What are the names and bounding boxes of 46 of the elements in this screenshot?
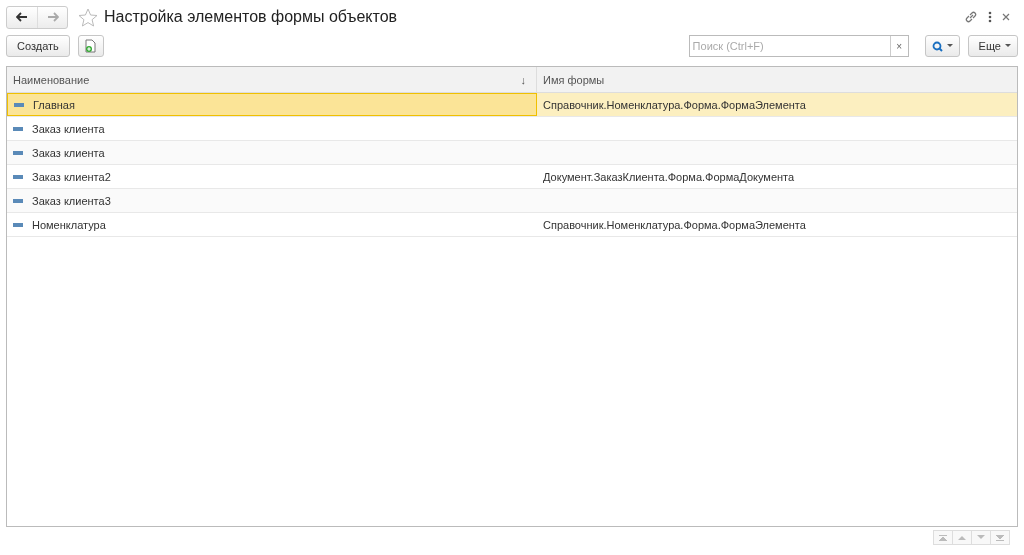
last-icon xyxy=(996,534,1004,541)
sort-arrow: ↓ xyxy=(520,73,527,86)
search-icon xyxy=(931,40,943,52)
more-icon[interactable] xyxy=(988,11,992,23)
add-document-button[interactable] xyxy=(77,35,104,57)
first-icon xyxy=(939,534,947,541)
table-cell: Справочник.Номенклатура.Форма.ФормаЭлемента xyxy=(543,218,806,231)
up-triangle-icon xyxy=(958,535,966,540)
caret-icon xyxy=(946,44,953,48)
item-icon xyxy=(13,150,23,155)
previous-button[interactable] xyxy=(952,530,972,545)
create-button[interactable]: Создать xyxy=(6,35,70,57)
down-triangle-icon xyxy=(977,535,985,540)
item-icon xyxy=(13,222,23,227)
table-cell: Главная xyxy=(33,98,75,111)
more-button[interactable]: Еще xyxy=(967,35,1018,57)
column-header[interactable]: Имя формы xyxy=(537,67,1017,92)
table-cell: Заказ клиента xyxy=(32,122,105,135)
star-icon[interactable] xyxy=(78,7,98,27)
table-row[interactable]: Номенклатура Справочник.Номенклатура.Форма.ФормаЭлемента xyxy=(7,213,1017,237)
table-row[interactable]: Заказ клиента3 xyxy=(7,189,1017,213)
item-icon xyxy=(13,198,23,203)
last-page-button[interactable] xyxy=(990,530,1010,545)
close-icon[interactable] xyxy=(1002,13,1010,21)
link-icon[interactable] xyxy=(964,10,978,24)
item-icon xyxy=(13,126,23,131)
search-field[interactable]: Поиск (Ctrl+F) × xyxy=(688,35,909,57)
next-button[interactable] xyxy=(971,530,991,545)
document-plus-icon xyxy=(84,39,97,53)
right-arrow-icon xyxy=(46,12,59,22)
table-cell: Документ.ЗаказКлиента.Форма.ФормаДокумента xyxy=(543,170,795,183)
table-row[interactable]: Заказ клиента xyxy=(7,141,1017,165)
item-icon xyxy=(14,102,24,107)
table-cell: Справочник.Номенклатура.Форма.ФормаЭлемента xyxy=(543,98,806,111)
column-header[interactable]: Наименование ↓ xyxy=(7,67,537,92)
first-page-button[interactable] xyxy=(933,530,953,545)
table-cell: Заказ клиента2 xyxy=(32,170,111,183)
search-button[interactable] xyxy=(924,35,960,57)
table-cell: Заказ клиента xyxy=(32,146,105,159)
left-arrow-icon xyxy=(16,12,28,22)
table-row[interactable]: Главная Справочник.Номенклатура.Форма.ФормаЭлемента xyxy=(7,93,1017,117)
item-icon xyxy=(13,174,23,179)
table-cell: Заказ клиента3 xyxy=(32,194,111,207)
caret-icon xyxy=(1005,44,1011,48)
window-title: Настройка элементов формы объектов xyxy=(104,8,398,26)
table-cell: Номенклатура xyxy=(32,218,106,231)
